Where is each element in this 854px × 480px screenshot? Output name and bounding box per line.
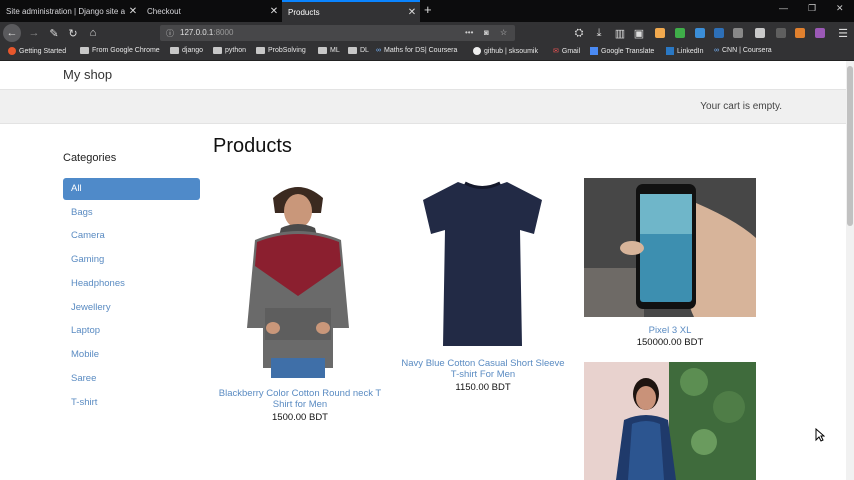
- extension-icon[interactable]: [714, 28, 724, 38]
- coursera-icon: ∞: [714, 47, 719, 54]
- bookmark-folder[interactable]: python: [213, 47, 246, 54]
- tab-products[interactable]: Products ✕: [282, 0, 420, 22]
- extension-icon[interactable]: [755, 28, 765, 38]
- bookmark-folder[interactable]: From Google Chrome: [80, 47, 160, 54]
- linkedin-icon: [666, 47, 674, 55]
- saree-photo: [584, 362, 756, 480]
- reload-icon[interactable]: ↻: [64, 24, 82, 42]
- product-image-tshirt[interactable]: [410, 178, 555, 348]
- bookmark-link[interactable]: ✉ Gmail: [553, 47, 580, 56]
- cart-bar: Your cart is empty.: [0, 89, 846, 124]
- bookmark-link[interactable]: ∞ Maths for DS| Coursera: [376, 47, 457, 54]
- extension-icon[interactable]: [815, 28, 825, 38]
- bookmark-link[interactable]: ∞ CNN | Coursera: [714, 47, 772, 54]
- extension-shield-icon[interactable]: [675, 28, 685, 38]
- back-arrow-icon[interactable]: ←: [3, 24, 21, 42]
- mouse-cursor-icon: [815, 428, 825, 442]
- category-saree[interactable]: Saree: [63, 368, 200, 390]
- folder-icon: [170, 47, 179, 54]
- folder-icon: [348, 47, 357, 54]
- gmail-icon: ✉: [553, 48, 559, 55]
- bookmark-star-icon[interactable]: ☆: [500, 28, 507, 37]
- home-icon[interactable]: ⌂: [84, 24, 102, 42]
- product-image-saree[interactable]: [584, 362, 756, 480]
- extension-icon[interactable]: [695, 28, 705, 38]
- product-price-pixel: 150000.00 BDT: [636, 337, 704, 348]
- tab-checkout[interactable]: Checkout ✕: [141, 0, 282, 22]
- folder-icon: [256, 47, 265, 54]
- categories-title: Categories: [63, 152, 117, 164]
- download-icon[interactable]: ⤓: [590, 24, 608, 42]
- product-price-hoodie: 1500.00 BDT: [272, 412, 328, 423]
- tools-icon[interactable]: ✎: [45, 24, 63, 42]
- category-camera[interactable]: Camera: [63, 225, 200, 247]
- github-icon: [473, 47, 481, 55]
- tab-site-admin[interactable]: Site administration | Django site ad ✕: [0, 0, 141, 22]
- category-jewellery[interactable]: Jewellery: [63, 297, 200, 319]
- category-bags[interactable]: Bags: [63, 202, 200, 224]
- page-scrollbar[interactable]: [846, 61, 854, 480]
- product-name-pixel[interactable]: Pixel 3 XL: [584, 325, 756, 336]
- library-icon[interactable]: ▥: [611, 24, 629, 42]
- close-tab-icon[interactable]: ✕: [404, 7, 420, 18]
- product-image-hoodie[interactable]: [233, 178, 363, 378]
- extension-icon[interactable]: [655, 28, 665, 38]
- url-port: :8000: [213, 28, 234, 37]
- products-title: Products: [213, 135, 292, 157]
- bookmarks-bar: Getting Started From Google Chrome djang…: [0, 44, 854, 61]
- scrollbar-thumb[interactable]: [847, 66, 853, 226]
- folder-icon: [213, 47, 222, 54]
- category-tshirt[interactable]: T-shirt: [63, 392, 200, 414]
- maximize-icon[interactable]: ❐: [808, 3, 816, 14]
- browser-tab-bar: Site administration | Django site ad ✕ C…: [0, 0, 854, 22]
- pocket-icon[interactable]: ◙: [484, 28, 489, 37]
- category-mobile[interactable]: Mobile: [63, 344, 200, 366]
- pixel-phone-photo: [584, 178, 756, 317]
- forward-arrow-icon[interactable]: →: [25, 24, 43, 42]
- category-headphones[interactable]: Headphones: [63, 273, 200, 295]
- bookmark-folder[interactable]: DL: [348, 47, 369, 54]
- cart-status: Your cart is empty.: [700, 101, 782, 112]
- site-logo[interactable]: My shop: [63, 67, 112, 82]
- bookmark-getting-started[interactable]: Getting Started: [8, 47, 66, 55]
- page-actions-icon[interactable]: •••: [465, 28, 473, 37]
- extension-icon[interactable]: [776, 28, 786, 38]
- new-tab-icon[interactable]: +: [424, 2, 432, 17]
- product-price-tshirt: 1150.00 BDT: [455, 382, 511, 393]
- bookmark-folder[interactable]: ML: [318, 47, 340, 54]
- menu-icon[interactable]: ☰: [834, 24, 852, 42]
- url-host: 127.0.0.1: [180, 28, 214, 37]
- bookmark-folder[interactable]: django: [170, 47, 203, 54]
- window-close-icon[interactable]: ✕: [836, 3, 844, 14]
- folder-icon: [80, 47, 89, 54]
- product-name-tshirt[interactable]: Navy Blue Cotton Casual Short Sleeve T-s…: [393, 358, 573, 380]
- close-tab-icon[interactable]: ✕: [125, 6, 141, 17]
- bookmark-link[interactable]: LinkedIn: [666, 47, 703, 55]
- category-laptop[interactable]: Laptop: [63, 320, 200, 342]
- category-gaming[interactable]: Gaming: [63, 249, 200, 271]
- minimize-icon[interactable]: —: [779, 3, 788, 13]
- hoodie-man-illustration: [233, 178, 363, 378]
- profile-icon[interactable]: ⛭: [570, 24, 588, 42]
- coursera-icon: ∞: [376, 47, 381, 54]
- close-tab-icon[interactable]: ✕: [266, 6, 282, 17]
- extension-icon[interactable]: [733, 28, 743, 38]
- browser-toolbar: ← → ✎ ↻ ⌂ ⓘ 127.0.0.1:8000 ••• ◙ ☆ ⛭ ⤓ ▥…: [0, 22, 854, 44]
- extension-icon[interactable]: [795, 28, 805, 38]
- info-icon[interactable]: ⓘ: [166, 28, 174, 39]
- folder-icon: [318, 47, 327, 54]
- product-image-pixel[interactable]: [584, 178, 756, 317]
- bookmark-link[interactable]: Google Translate: [590, 47, 654, 55]
- firefox-icon: [8, 47, 16, 55]
- product-name-hoodie[interactable]: Blackberry Color Cotton Round neck T Shi…: [210, 388, 390, 410]
- category-all[interactable]: All: [63, 178, 200, 200]
- url-bar[interactable]: ⓘ 127.0.0.1:8000 ••• ◙ ☆: [160, 25, 515, 41]
- sidebar-icon[interactable]: ▣: [630, 24, 648, 42]
- navy-tshirt-illustration: [410, 178, 555, 348]
- bookmark-folder[interactable]: ProbSolving: [256, 47, 306, 54]
- bookmark-link[interactable]: github | sksoumik: [473, 47, 538, 55]
- translate-icon: [590, 47, 598, 55]
